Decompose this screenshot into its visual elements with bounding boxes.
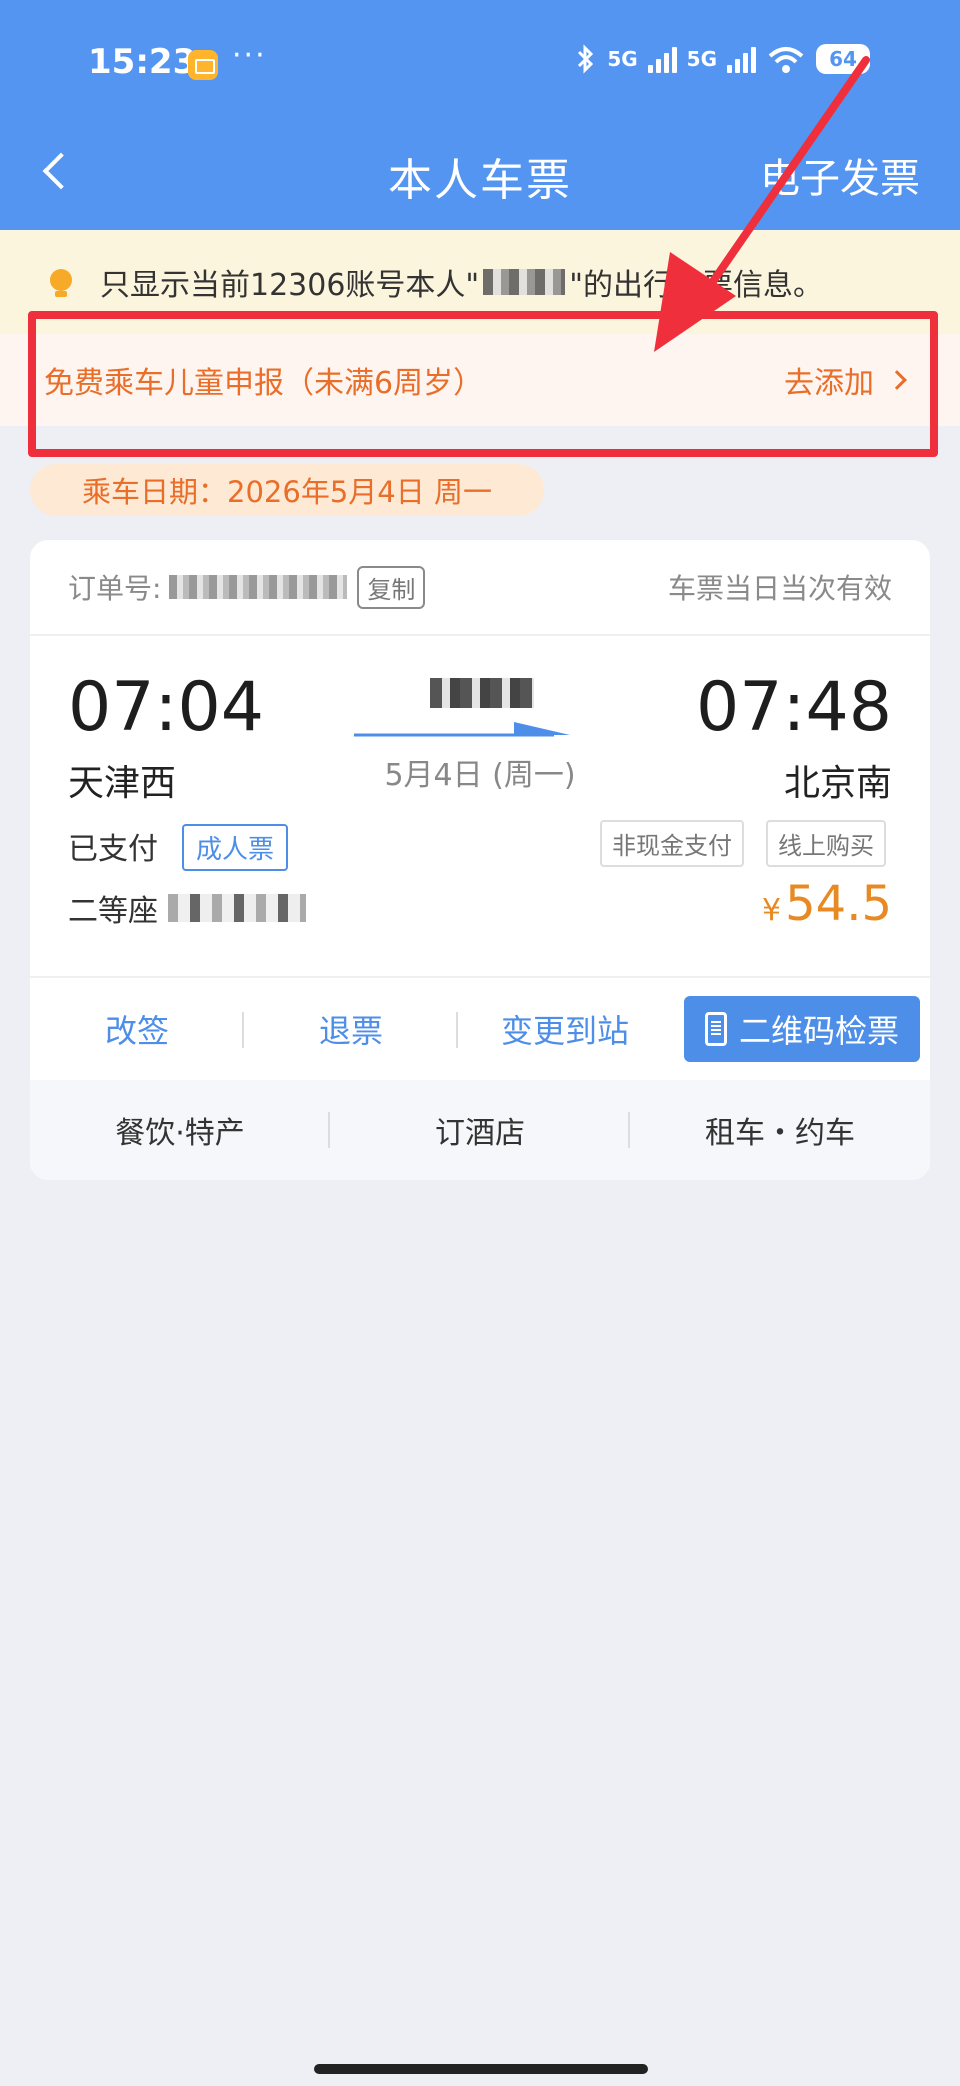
change-destination-button[interactable]: 变更到站	[458, 1006, 672, 1052]
more-notifications-icon: ···	[232, 38, 267, 73]
refund-button[interactable]: 退票	[244, 1006, 458, 1052]
seat-class: 二等座	[68, 894, 158, 929]
ticket-action-row: 改签 退票 变更到站 二维码检票	[30, 976, 930, 1080]
train-date: 5月4日 (周一)	[384, 758, 576, 793]
wifi-icon	[768, 47, 804, 73]
arrival-time: 07:48	[696, 668, 892, 747]
notice-suffix: "的出行车票信息。	[569, 268, 824, 303]
header-bar: 15:23 ··· 5G 5G 64 本人车票 电子发票	[0, 0, 960, 230]
lightbulb-icon	[44, 265, 78, 299]
bluetooth-icon	[578, 44, 594, 74]
food-specialty-button[interactable]: 餐饮·特产	[30, 1108, 330, 1152]
car-rental-button[interactable]: 租车・约车	[630, 1108, 930, 1152]
hotel-button[interactable]: 订酒店	[330, 1108, 630, 1152]
ticket-type-badge: 成人票	[182, 824, 289, 871]
network-5g-label: 5G	[607, 47, 638, 71]
service-row: 餐饮·特产 订酒店 租车・约车	[30, 1080, 930, 1180]
mail-notification-icon	[188, 50, 218, 80]
validity-text: 车票当日当次有效	[667, 572, 892, 605]
home-indicator[interactable]	[314, 2064, 648, 2074]
signal-icon-2	[727, 45, 756, 73]
train-direction-arrow-icon	[354, 722, 570, 737]
chevron-right-icon	[887, 370, 907, 390]
notice-bar: 只显示当前12306账号本人" "的出行车票信息。	[0, 230, 960, 334]
child-add-button[interactable]: 去添加	[784, 358, 907, 402]
price-currency: ¥	[762, 893, 782, 928]
seat-info: 二等座	[68, 886, 306, 930]
phone-qr-icon	[704, 1012, 727, 1046]
travel-date-pill: 乘车日期：2026年5月4日 周一	[30, 464, 544, 516]
child-add-label: 去添加	[784, 366, 874, 401]
redacted-seat-number	[168, 894, 306, 922]
child-report-label: 免费乘车儿童申报（未满6周岁）	[44, 366, 484, 401]
redacted-order-number	[169, 575, 348, 599]
notice-prefix: 只显示当前12306账号本人"	[100, 268, 480, 303]
payment-status: 已支付	[68, 832, 158, 867]
payment-method-tag: 非现金支付	[600, 820, 744, 867]
change-ticket-button[interactable]: 改签	[30, 1006, 244, 1052]
ticket-card: 订单号: 复制 车票当日当次有效 07:04 07:48 天津西 5月4日 (周…	[30, 540, 930, 1180]
purchase-channel-tag: 线上购买	[766, 820, 886, 867]
qr-ticket-label: 二维码检票	[738, 1012, 899, 1050]
copy-button[interactable]: 复制	[357, 565, 426, 609]
battery-icon: 64	[816, 44, 870, 74]
redacted-train-number	[430, 678, 534, 708]
child-report-row[interactable]: 免费乘车儿童申报（未满6周岁） 去添加	[0, 334, 960, 426]
e-invoice-button[interactable]: 电子发票	[760, 146, 920, 204]
redacted-name	[483, 269, 566, 295]
qr-ticket-button[interactable]: 二维码检票	[684, 996, 920, 1062]
status-indicators: 5G 5G 64	[575, 44, 870, 74]
departure-station: 天津西	[68, 763, 177, 804]
ticket-price: ¥54.5	[762, 876, 892, 932]
price-value: 54.5	[785, 876, 892, 932]
order-label: 订单号:	[68, 572, 162, 605]
arrival-station: 北京南	[783, 763, 892, 804]
departure-time: 07:04	[68, 668, 264, 747]
signal-icon	[647, 45, 677, 73]
order-row: 订单号: 复制 车票当日当次有效	[30, 540, 930, 636]
network-5g-label-2: 5G	[686, 47, 717, 71]
status-time: 15:23	[88, 42, 197, 82]
